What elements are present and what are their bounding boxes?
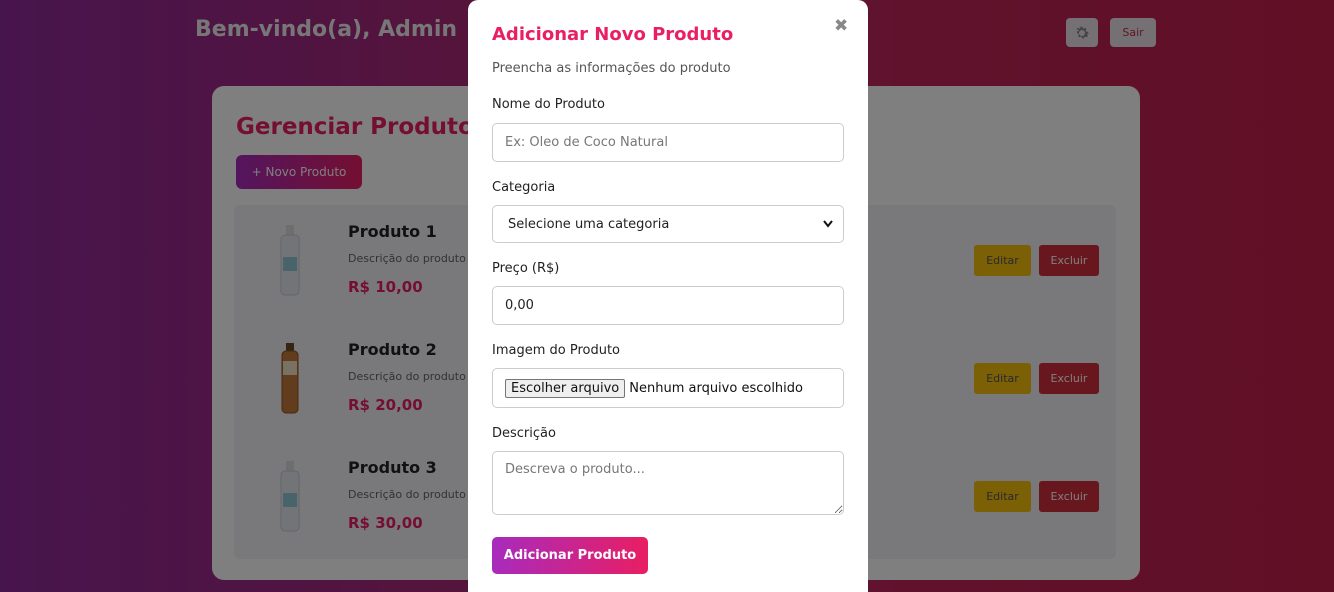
close-icon[interactable]: ✖ xyxy=(834,16,848,36)
price-label: Preço (R$) xyxy=(492,261,560,276)
image-file-input: Escolher arquivo Nenhum arquivo escolhid… xyxy=(492,368,844,408)
price-input[interactable] xyxy=(492,286,844,325)
file-status: Nenhum arquivo escolhido xyxy=(629,380,803,396)
category-selected-value: Selecione uma categoria xyxy=(508,216,670,232)
image-label: Imagem do Produto xyxy=(492,343,621,358)
add-product-modal: ✖ Adicionar Novo Produto Preencha as inf… xyxy=(468,0,868,592)
chevron-down-icon xyxy=(823,220,833,228)
add-product-button[interactable]: Adicionar Produto xyxy=(492,537,648,574)
modal-subtitle: Preencha as informações do produto xyxy=(492,61,731,76)
choose-file-button[interactable]: Escolher arquivo xyxy=(505,378,626,398)
admin-page: Bem-vindo(a), Admin Sair Gerenciar Produ… xyxy=(0,0,1334,592)
modal-title: Adicionar Novo Produto xyxy=(492,24,734,45)
product-name-input[interactable] xyxy=(492,123,844,162)
product-name-label: Nome do Produto xyxy=(492,97,605,112)
description-label: Descrição xyxy=(492,426,556,441)
description-textarea[interactable] xyxy=(492,451,844,515)
category-label: Categoria xyxy=(492,180,556,195)
category-select[interactable]: Selecione uma categoria xyxy=(492,205,844,243)
